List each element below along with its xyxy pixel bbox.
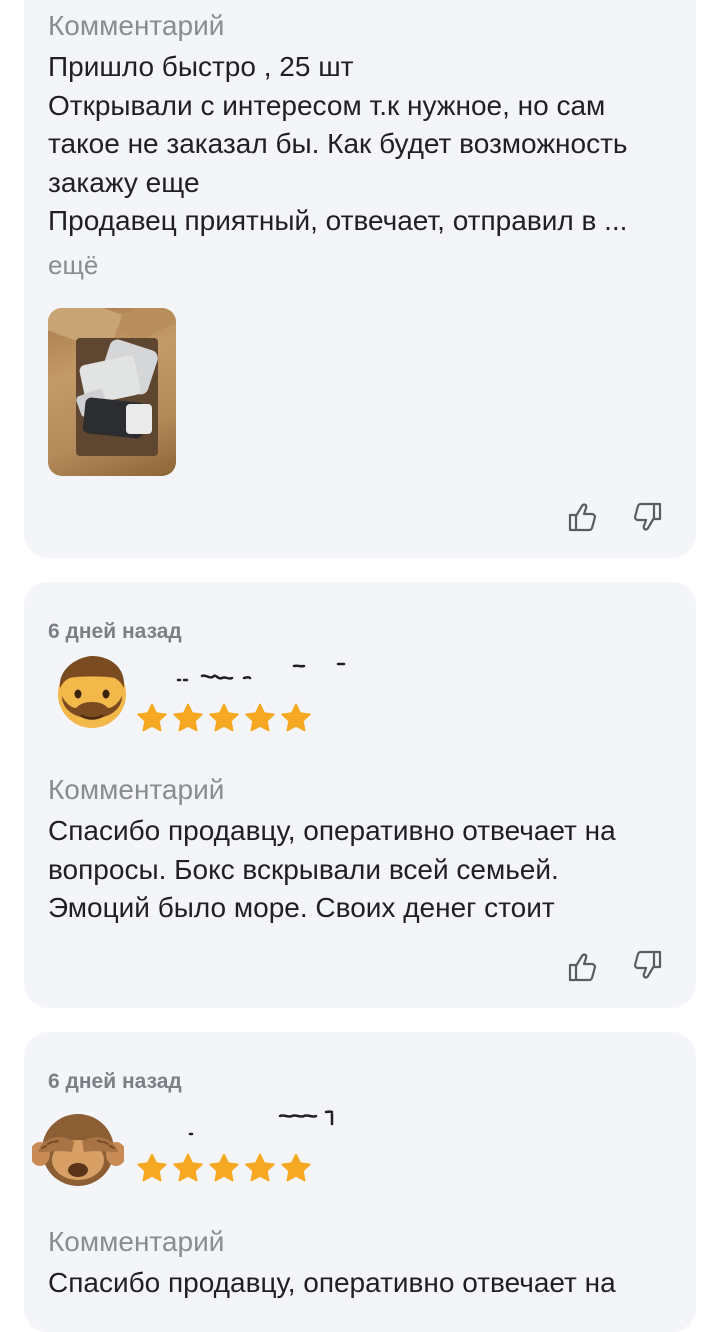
rating-stars bbox=[136, 702, 312, 734]
review-text-line: Спасибо продавцу, оперативно отвечает на bbox=[48, 1267, 616, 1298]
redacted-username bbox=[176, 662, 346, 682]
see-no-evil-monkey-avatar bbox=[32, 1114, 124, 1186]
review-text: Пришло быстро , 25 шт Открывали с интере… bbox=[48, 48, 668, 241]
review-text-line: вопросы. Бокс вскрывали всей семьей. bbox=[48, 853, 559, 885]
bearded-man-avatar bbox=[58, 656, 126, 728]
star-icon bbox=[245, 703, 275, 732]
rating-stars bbox=[136, 1152, 312, 1184]
star-icon bbox=[173, 1153, 203, 1182]
star-icon bbox=[173, 703, 203, 732]
show-more-link[interactable]: ещё bbox=[48, 250, 98, 281]
star-icon bbox=[209, 703, 239, 732]
star-icon bbox=[281, 1153, 311, 1182]
comment-label: Комментарий bbox=[48, 774, 225, 805]
review-text: Спасибо продавцу, оперативно отвечает на… bbox=[48, 812, 668, 928]
review-text-line: такое не заказал бы. Как будет возможнос… bbox=[48, 128, 628, 159]
review-photo[interactable] bbox=[48, 308, 176, 476]
review-date: 6 дней назад bbox=[48, 620, 182, 643]
star-icon bbox=[137, 703, 167, 732]
star-icon bbox=[281, 703, 311, 732]
review-text-line: Открывали с интересом т.к нужное, но сам bbox=[48, 89, 606, 121]
review-card: 6 дней назад Комментарий Спасибо продавц… bbox=[24, 582, 696, 1008]
review-text-line: Эмоций было море. Своих денег стоит bbox=[48, 892, 555, 923]
redacted-username bbox=[188, 1110, 334, 1136]
thumbs-down-icon[interactable] bbox=[630, 500, 664, 534]
review-text-line: закажу еще bbox=[48, 166, 200, 198]
thumbs-up-icon[interactable] bbox=[566, 950, 600, 984]
comment-label: Комментарий bbox=[48, 10, 225, 41]
review-card: Комментарий Пришло быстро , 25 шт Открыв… bbox=[24, 0, 696, 558]
star-icon bbox=[137, 1153, 167, 1182]
star-icon bbox=[209, 1153, 239, 1182]
review-card: 6 дней назад Комментарий Спасибо продавц… bbox=[24, 1032, 696, 1332]
review-text-line: Продавец приятный, отвечает, отправил в … bbox=[48, 205, 628, 236]
review-text-line: Пришло быстро , 25 шт bbox=[48, 51, 354, 82]
comment-label: Комментарий bbox=[48, 1226, 225, 1257]
review-text-line: Спасибо продавцу, оперативно отвечает на bbox=[48, 815, 616, 846]
star-icon bbox=[245, 1153, 275, 1182]
thumbs-up-icon[interactable] bbox=[566, 500, 600, 534]
review-text: Спасибо продавцу, оперативно отвечает на bbox=[48, 1264, 668, 1303]
review-date: 6 дней назад bbox=[48, 1070, 182, 1093]
thumbs-down-icon[interactable] bbox=[630, 948, 664, 982]
